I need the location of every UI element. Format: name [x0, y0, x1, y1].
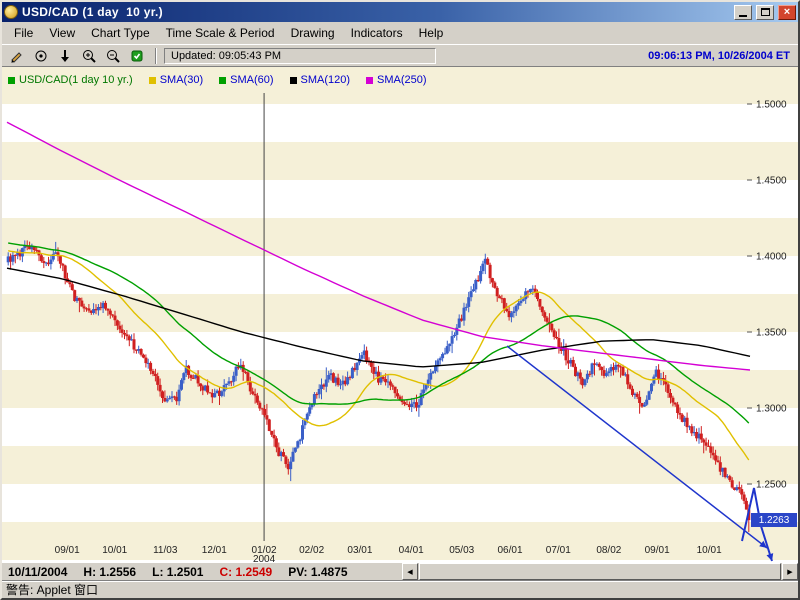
window-title: USD/CAD (1 day 10 yr.) [22, 5, 730, 19]
status-fields: 10/11/2004 H: 1.2556 L: 1.2501 C: 1.2549… [2, 563, 402, 580]
x-axis-label: 09/01 [55, 545, 80, 556]
x-axis-label: 02/02 [299, 545, 324, 556]
menu-item-file[interactable]: File [6, 23, 41, 43]
chart-legend: USD/CAD(1 day 10 yr.) SMA(30) SMA(60) SMA(1… [8, 74, 427, 86]
legend-item: SMA(120) [290, 74, 351, 86]
status-date: 10/11/2004 [8, 565, 67, 579]
last-price-tag: 1.2263 [751, 513, 797, 527]
minimize-button[interactable] [734, 5, 752, 20]
status-pv: PV: 1.4875 [288, 565, 347, 579]
toolbar: Updated: 09:05:43 PM 09:06:13 PM, 10/26/… [2, 44, 798, 66]
legend-swatch [366, 77, 373, 84]
legend-item: SMA(30) [149, 74, 203, 86]
price-band [2, 560, 798, 562]
toolbar-separator [155, 48, 157, 64]
app-coin-icon [4, 5, 18, 19]
maximize-icon [761, 8, 770, 16]
legend-label: USD/CAD(1 day 10 yr.) [19, 74, 133, 86]
x-axis-label: 07/01 [546, 545, 571, 556]
scroll-right-button[interactable]: ▶ [782, 563, 798, 580]
pencil-icon[interactable] [6, 47, 28, 65]
legend-label: SMA(250) [377, 74, 427, 86]
scroll-left-button[interactable]: ◀ [402, 563, 418, 580]
x-axis-label: 06/01 [497, 545, 522, 556]
y-axis-label: 1.5000 [756, 100, 787, 111]
price-band [2, 142, 798, 180]
price-band [2, 446, 798, 484]
year-label: 2004 [253, 554, 276, 562]
y-axis-label: 1.3500 [756, 328, 787, 339]
chart-panel[interactable]: 1.5000 1.4500 1.4000 1.3500 1.3000 1.2500 09/0… [2, 66, 798, 562]
x-axis-label: 12/01 [202, 545, 227, 556]
menu-item-chart-type[interactable]: Chart Type [83, 23, 157, 43]
menu-item-drawing[interactable]: Drawing [283, 23, 343, 43]
price-band [2, 180, 798, 218]
down-arrow-icon[interactable] [54, 47, 76, 65]
menu-item-time-scale-period[interactable]: Time Scale & Period [158, 23, 283, 43]
legend-item: SMA(250) [366, 74, 427, 86]
legend-item: SMA(60) [219, 74, 273, 86]
x-axis-label: 09/01 [645, 545, 670, 556]
price-band [2, 256, 798, 294]
status-low: L: 1.2501 [152, 565, 203, 579]
title-bar: USD/CAD (1 day 10 yr.) × [2, 2, 798, 22]
legend-swatch [290, 77, 297, 84]
clock-label: 09:06:13 PM, 10/26/2004 ET [648, 50, 794, 62]
legend-swatch [219, 77, 226, 84]
minimize-icon [739, 15, 747, 17]
applet-warning-bar: 警告: Applet 窗口 [2, 580, 798, 598]
legend-label: SMA(30) [160, 74, 203, 86]
menu-item-view[interactable]: View [41, 23, 83, 43]
legend-label: SMA(60) [230, 74, 273, 86]
status-close: C: 1.2549 [219, 565, 272, 579]
x-axis-label: 03/01 [347, 545, 372, 556]
y-axis-label: 1.4000 [756, 252, 787, 263]
x-axis-label: 08/02 [596, 545, 621, 556]
zoom-out-icon[interactable] [102, 47, 124, 65]
x-axis-label: 11/03 [153, 545, 178, 556]
legend-swatch [8, 77, 15, 84]
updated-panel: Updated: 09:05:43 PM [164, 48, 436, 64]
maximize-button[interactable] [756, 5, 774, 20]
x-axis-label: 10/01 [697, 545, 722, 556]
price-chart: 1.5000 1.4500 1.4000 1.3500 1.3000 1.2500 09/0… [2, 67, 798, 562]
zoom-in-icon[interactable] [78, 47, 100, 65]
refresh-icon[interactable] [126, 47, 148, 65]
close-button[interactable]: × [778, 5, 796, 20]
app-window: USD/CAD (1 day 10 yr.) × FileViewChart T… [0, 0, 800, 600]
status-high: H: 1.2556 [83, 565, 136, 579]
y-axis-label: 1.4500 [756, 176, 787, 187]
price-band [2, 104, 798, 142]
status-bar: 10/11/2004 H: 1.2556 L: 1.2501 C: 1.2549… [2, 562, 798, 580]
y-axis-label: 1.2500 [756, 480, 787, 491]
menu-bar: FileViewChart TypeTime Scale & PeriodDra… [2, 22, 798, 44]
x-axis-label: 10/01 [102, 545, 127, 556]
price-band [2, 484, 798, 522]
y-axis-label: 1.3000 [756, 404, 787, 415]
updated-label: Updated: 09:05:43 PM [171, 50, 281, 62]
applet-warning-text: 警告: Applet 窗口 [6, 581, 98, 598]
x-axis-label: 04/01 [399, 545, 424, 556]
x-axis-label: 05/03 [449, 545, 474, 556]
scrollbar-thumb[interactable] [419, 563, 781, 580]
price-band [2, 218, 798, 256]
legend-swatch [149, 77, 156, 84]
menu-item-indicators[interactable]: Indicators [343, 23, 411, 43]
legend-item: USD/CAD(1 day 10 yr.) [8, 74, 133, 86]
crosshair-icon[interactable] [30, 47, 52, 65]
legend-label: SMA(120) [301, 74, 351, 86]
menu-item-help[interactable]: Help [411, 23, 452, 43]
price-band [2, 294, 798, 332]
horizontal-scrollbar[interactable]: ◀ ▶ [402, 563, 798, 580]
